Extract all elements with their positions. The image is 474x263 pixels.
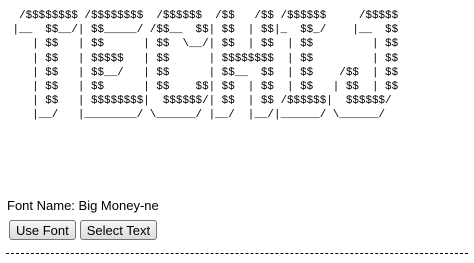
select-text-button[interactable]: Select Text: [79, 220, 158, 240]
ascii-art-line: | $$ | $$ | $$ \__/| $$ | $$ | $$ | $$: [6, 38, 399, 51]
use-font-button[interactable]: Use Font: [9, 220, 76, 240]
ascii-art-line: | $$ | $$$$$$$$| $$$$$$/| $$ | $$ /$$$$$…: [6, 95, 392, 108]
button-row: Use Font Select Text: [9, 220, 158, 240]
ascii-art-line: |__ $$__/| $$_____/ /$$__ $$| $$ | $$|_ …: [6, 24, 399, 37]
dashed-divider: [6, 253, 468, 254]
font-name-label: Font Name: Big Money-ne: [7, 198, 159, 213]
ascii-art-line: | $$ | $$ | $$ $$| $$ | $$ | $$ | $$ | $…: [6, 81, 399, 94]
ascii-art-line: | $$ | $$$$$ | $$ | $$$$$$$$ | $$ | $$: [6, 52, 399, 65]
ascii-art-preview: /$$$$$$$$ /$$$$$$$$ /$$$$$$ /$$ /$$ /$$$…: [6, 9, 399, 123]
ascii-art-line: |__/ |________/ \______/ |__/ |__/|_____…: [6, 109, 386, 122]
ascii-art-line: /$$$$$$$$ /$$$$$$$$ /$$$$$$ /$$ /$$ /$$$…: [6, 10, 399, 22]
ascii-art-line: | $$ | $$__/ | $$ | $$__ $$ | $$ /$$ | $…: [6, 66, 399, 79]
